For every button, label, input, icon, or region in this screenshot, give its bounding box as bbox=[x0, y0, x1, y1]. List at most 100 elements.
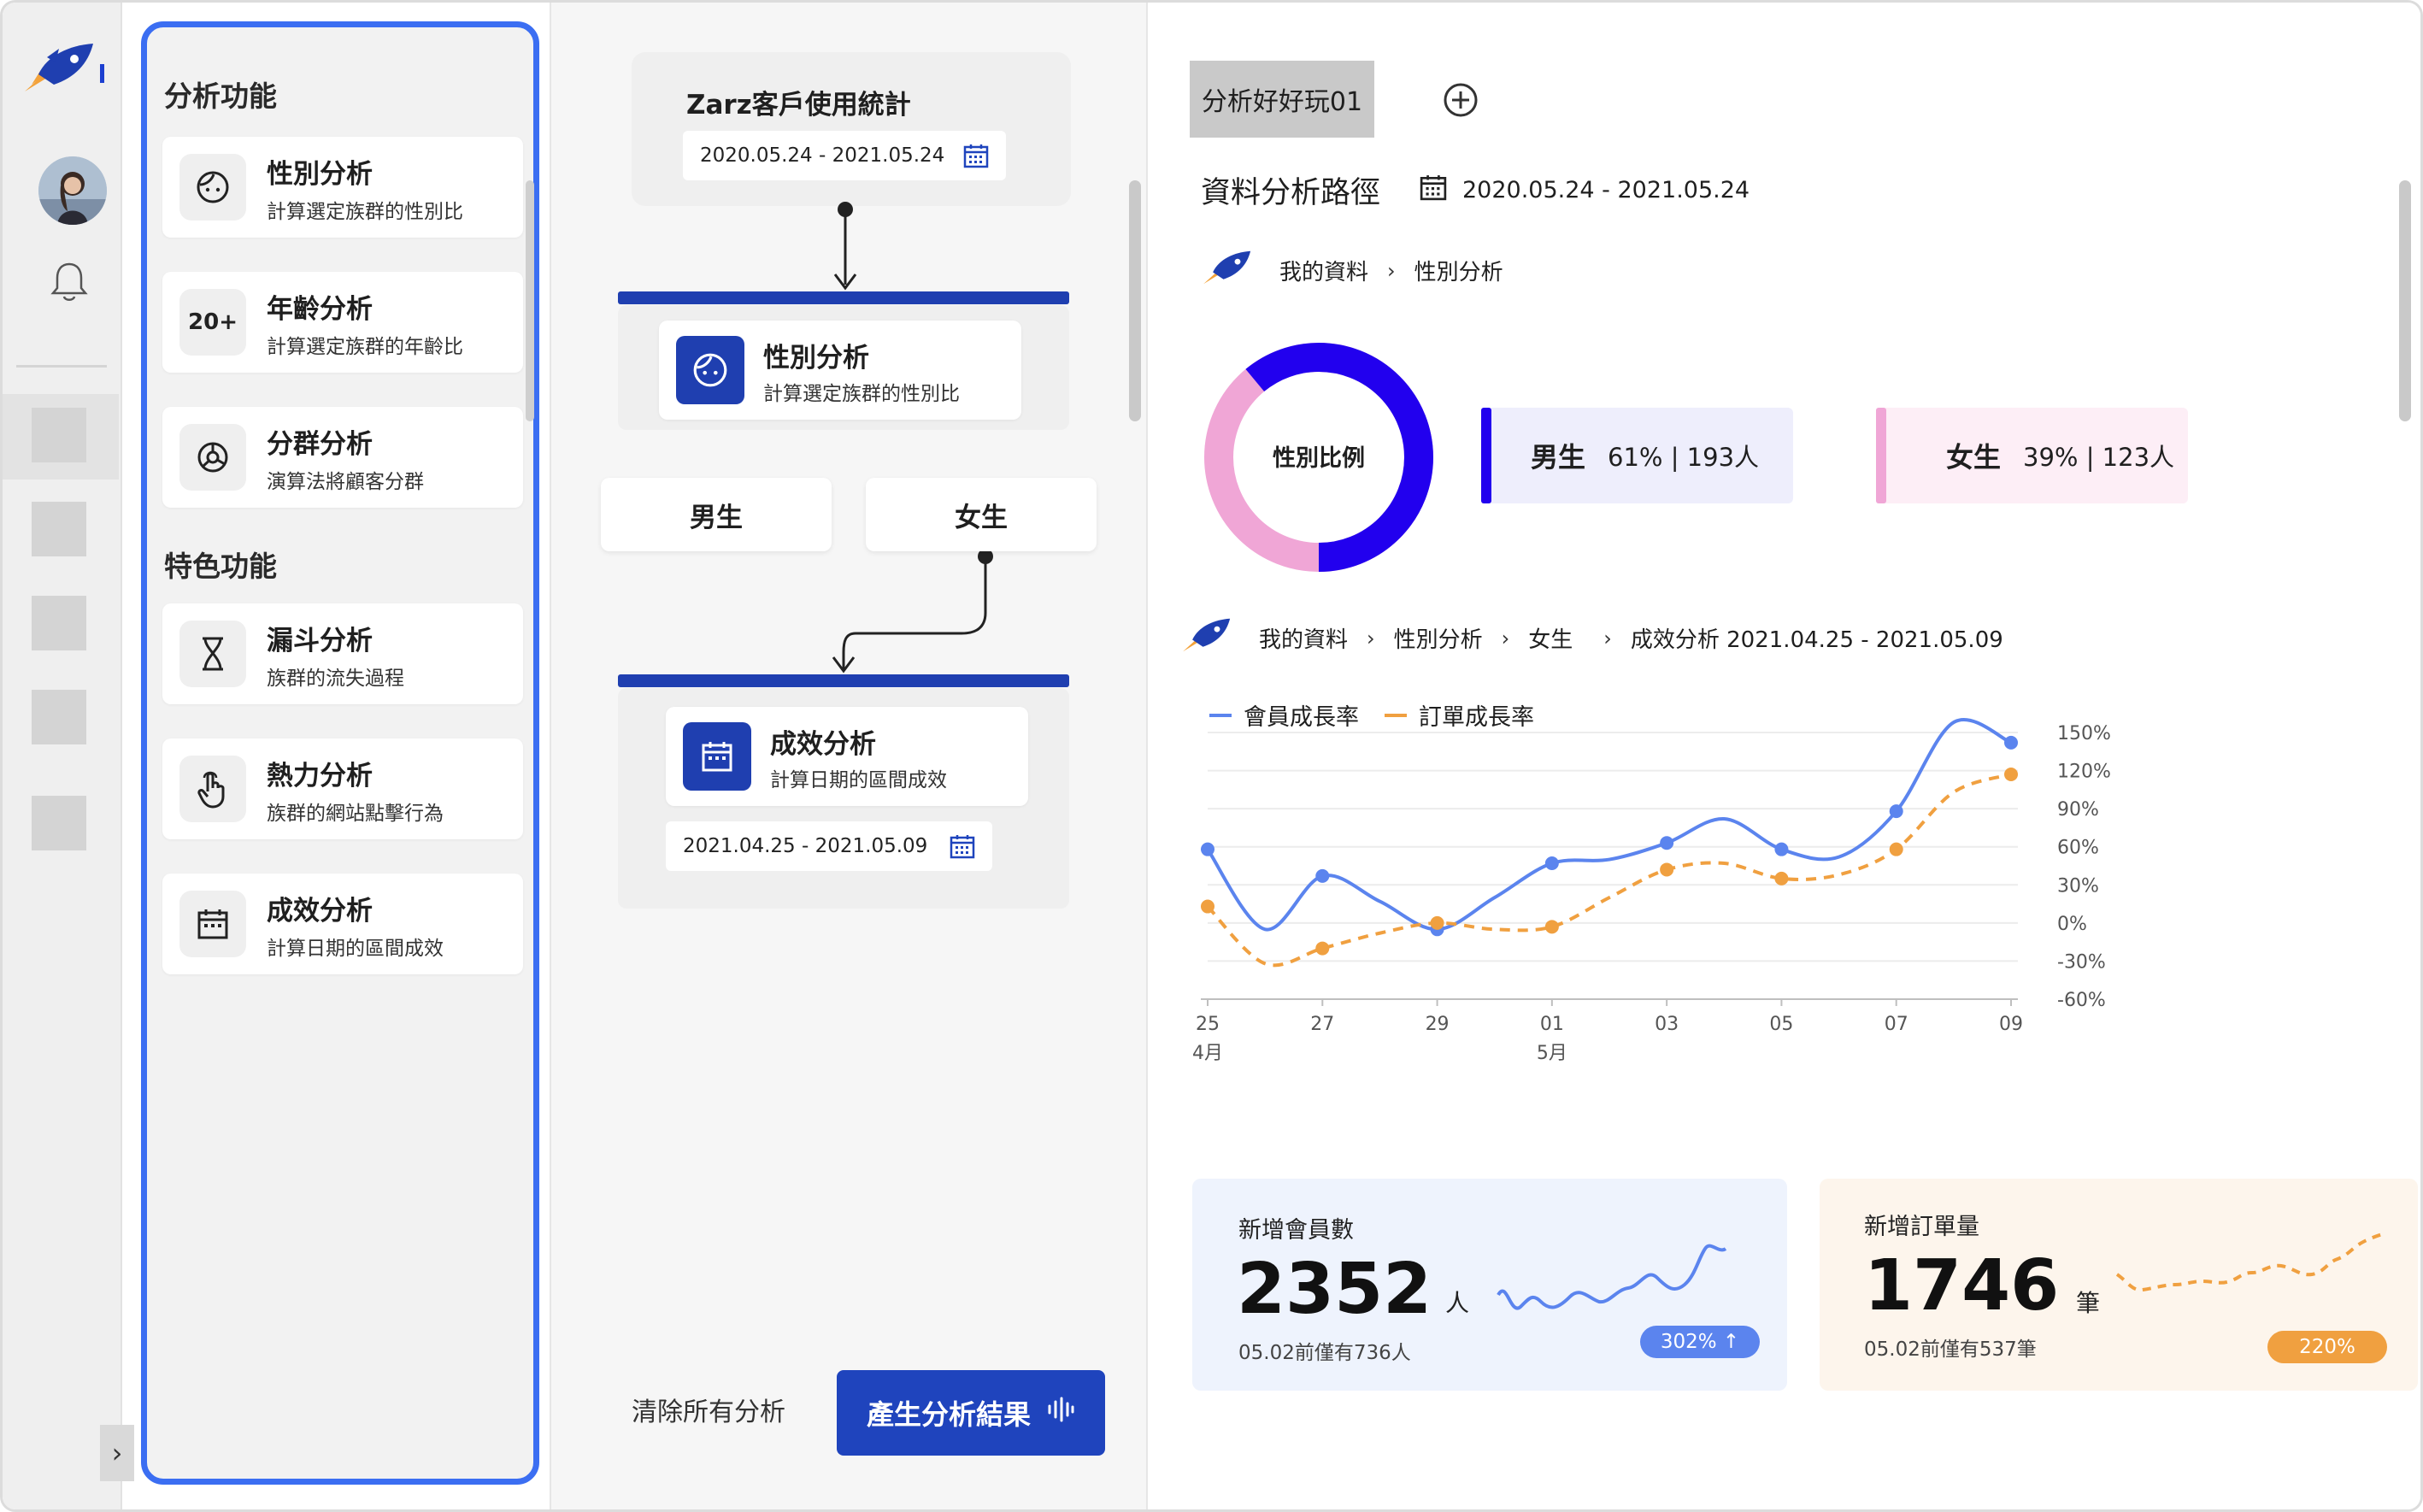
path-date-text: 2020.05.24 - 2021.05.24 bbox=[1462, 177, 1750, 203]
breadcrumb-item[interactable]: 我的資料 bbox=[1279, 255, 1368, 286]
path-title: 資料分析路徑 bbox=[1201, 176, 1381, 210]
gender-donut-chart: 性別比例 bbox=[1204, 343, 1433, 572]
branch-male-button[interactable]: 男生 bbox=[601, 478, 832, 551]
data-point-members bbox=[1544, 856, 1559, 871]
flow-node-performance[interactable]: 成效分析 計算日期的區間成效 bbox=[666, 707, 1028, 806]
y-tick-label: 90% bbox=[2057, 799, 2099, 821]
flow-node-desc: 計算日期的區間成效 bbox=[770, 769, 947, 791]
data-point-orders bbox=[1660, 862, 1674, 877]
function-desc: 族群的網站點擊行為 bbox=[267, 803, 444, 825]
logo-accent bbox=[100, 64, 104, 83]
clear-all-button[interactable]: 清除所有分析 bbox=[632, 1391, 785, 1428]
y-tick-label: -30% bbox=[2057, 951, 2106, 973]
function-desc: 計算選定族群的年齡比 bbox=[267, 336, 463, 358]
rocket-logo-icon bbox=[1180, 616, 1235, 660]
function-card-segment[interactable]: 分群分析 演算法將顧客分群 bbox=[162, 407, 523, 508]
kpi-value: 2352 bbox=[1237, 1249, 1432, 1330]
chevron-right-icon: › bbox=[1501, 626, 1510, 650]
y-tick-label: 0% bbox=[2057, 914, 2087, 935]
breadcrumb-performance: 我的資料 › 性別分析 › 女生 › 成效分析 2021.04.25 - 202… bbox=[1180, 616, 2003, 660]
x-tick-label: 05 bbox=[1769, 1014, 1793, 1035]
flow-stage-bar-2 bbox=[618, 674, 1069, 687]
data-point-orders bbox=[1774, 871, 1789, 885]
breadcrumb-item[interactable]: 性別分析 bbox=[1394, 622, 1483, 654]
avatar[interactable] bbox=[38, 156, 107, 225]
function-desc: 計算選定族群的性別比 bbox=[267, 201, 463, 223]
male-label: 男生 bbox=[1531, 441, 1586, 474]
data-point-members bbox=[2004, 735, 2018, 750]
function-card-funnel[interactable]: 漏斗分析 族群的流失過程 bbox=[162, 603, 523, 704]
tab-analysis-01[interactable]: 分析好好玩01 bbox=[1190, 61, 1374, 138]
chevron-right-icon: › bbox=[1387, 258, 1396, 283]
function-desc: 族群的流失過程 bbox=[267, 668, 404, 690]
kpi-badge: 302% ↑ bbox=[1640, 1326, 1760, 1358]
x-month-label: 4月 bbox=[1192, 1043, 1223, 1064]
soundwave-icon bbox=[1046, 1397, 1075, 1429]
result-panel: 分析好好玩01 資料分析路徑 2020.05.24 - 2021.05.24 我… bbox=[1150, 3, 2420, 1509]
flow-node-title: 成效分析 bbox=[770, 729, 876, 760]
function-title: 性別分析 bbox=[267, 159, 373, 190]
generate-result-button[interactable]: 產生分析結果 bbox=[837, 1370, 1105, 1456]
section-title-analysis: 分析功能 bbox=[164, 79, 277, 113]
x-month-label: 5月 bbox=[1537, 1043, 1567, 1064]
data-point-members bbox=[1774, 842, 1789, 856]
performance-date-picker[interactable]: 2021.04.25 - 2021.05.09 bbox=[666, 821, 992, 871]
kpi-badge: 220% bbox=[2267, 1331, 2387, 1363]
function-title: 年齡分析 bbox=[267, 294, 373, 325]
calendar-icon bbox=[683, 722, 751, 791]
x-tick-label: 07 bbox=[1885, 1014, 1908, 1035]
calendar-icon bbox=[179, 891, 246, 957]
function-panel-scrollbar[interactable] bbox=[526, 180, 534, 421]
function-card-gender[interactable]: 性別分析 計算選定族群的性別比 bbox=[162, 137, 523, 238]
rail-nav-item-4[interactable] bbox=[32, 690, 86, 744]
expand-chevron-icon[interactable]: › bbox=[100, 1425, 134, 1481]
y-tick-label: 150% bbox=[2057, 723, 2111, 744]
function-title: 分群分析 bbox=[267, 429, 373, 460]
generate-result-label: 產生分析結果 bbox=[866, 1398, 1031, 1431]
function-card-performance[interactable]: 成效分析 計算日期的區間成效 bbox=[162, 874, 523, 974]
series-line-orders bbox=[1206, 773, 2012, 968]
x-tick-label: 27 bbox=[1310, 1014, 1334, 1035]
rail-divider bbox=[16, 365, 107, 368]
add-tab-icon[interactable] bbox=[1442, 81, 1479, 122]
rail-nav-item-5[interactable] bbox=[32, 796, 86, 850]
breadcrumb-item[interactable]: 性別分析 bbox=[1414, 255, 1503, 286]
function-desc: 演算法將顧客分群 bbox=[267, 471, 424, 493]
data-point-orders bbox=[1889, 842, 1903, 856]
kpi-card-members: 新增會員數 2352 人 05.02前僅有736人 302% ↑ bbox=[1192, 1179, 1787, 1391]
function-card-age[interactable]: 20+ 年齡分析 計算選定族群的年齡比 bbox=[162, 272, 523, 373]
breadcrumb-item[interactable]: 我的資料 bbox=[1259, 622, 1348, 654]
breadcrumb-item[interactable]: 成效分析 2021.04.25 - 2021.05.09 bbox=[1631, 622, 2003, 654]
flow-node-gender[interactable]: 性別分析 計算選定族群的性別比 bbox=[659, 321, 1021, 420]
calendar-icon[interactable] bbox=[950, 833, 975, 864]
kpi-subtext: 05.02前僅有537筆 bbox=[1864, 1338, 2037, 1361]
data-point-orders bbox=[1315, 941, 1330, 956]
rocket-logo-icon[interactable] bbox=[21, 40, 100, 98]
function-title: 成效分析 bbox=[267, 896, 373, 927]
rail-nav-item-3[interactable] bbox=[32, 596, 86, 650]
breadcrumb-item[interactable]: 女生 bbox=[1528, 622, 1573, 654]
x-tick-label: 25 bbox=[1196, 1014, 1220, 1035]
x-tick-label: 01 bbox=[1540, 1014, 1564, 1035]
result-scrollbar[interactable] bbox=[2399, 180, 2411, 421]
function-title: 熱力分析 bbox=[267, 761, 373, 791]
data-point-members bbox=[1889, 804, 1903, 819]
rail-nav-item-2[interactable] bbox=[32, 502, 86, 556]
rail-nav-item-1[interactable] bbox=[32, 408, 86, 462]
y-tick-label: 60% bbox=[2057, 838, 2099, 859]
rocket-logo-icon bbox=[1201, 249, 1256, 292]
function-card-heatmap[interactable]: 熱力分析 族群的網站點擊行為 bbox=[162, 738, 523, 839]
y-tick-label: 120% bbox=[2057, 762, 2111, 783]
data-point-orders bbox=[1201, 899, 1214, 914]
bell-icon[interactable] bbox=[50, 261, 88, 307]
chevron-right-icon: › bbox=[1367, 626, 1375, 650]
growth-line-chart: 150% 120% 90% 60% 30% 0% -30% -60% 25 27 29 01 03 05 0… bbox=[1192, 718, 2111, 1064]
flow-stage-bar-1 bbox=[618, 291, 1069, 304]
y-tick-label: -60% bbox=[2057, 990, 2106, 1011]
x-tick-label: 29 bbox=[1426, 1014, 1450, 1035]
branch-female-button[interactable]: 女生 bbox=[866, 478, 1097, 551]
data-point-members bbox=[1201, 842, 1214, 856]
kpi-card-orders: 新增訂單量 1746 筆 05.02前僅有537筆 220% bbox=[1820, 1179, 2418, 1391]
x-tick-label: 03 bbox=[1655, 1014, 1679, 1035]
y-tick-label: 30% bbox=[2057, 875, 2099, 897]
